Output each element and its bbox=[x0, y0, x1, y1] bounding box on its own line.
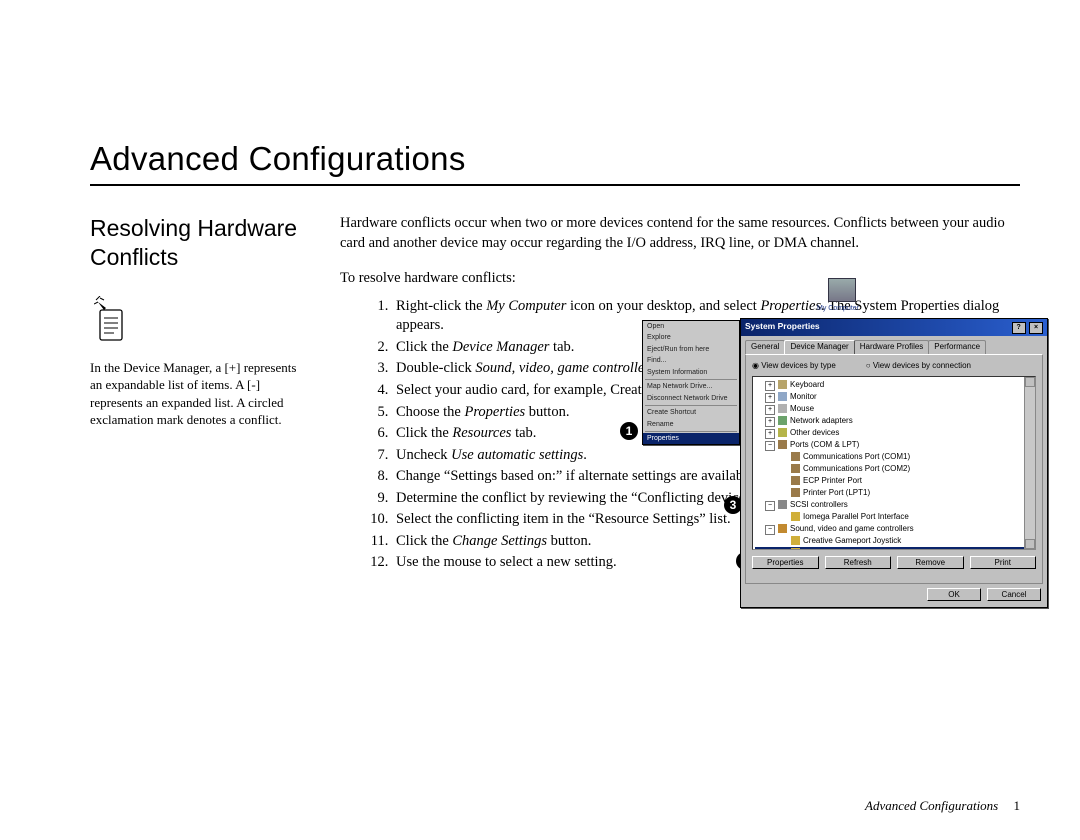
my-computer-icon: My Computer bbox=[825, 278, 859, 313]
ctx-sysinfo[interactable]: System Information bbox=[643, 367, 739, 378]
system-properties-window: System Properties ? × General Device Man… bbox=[740, 318, 1048, 608]
footer-page-number: 1 bbox=[1014, 798, 1021, 813]
callout-1: 1 bbox=[620, 422, 638, 440]
device-tree[interactable]: +Keyboard +Monitor +Mouse +Network adapt… bbox=[752, 376, 1036, 550]
remove-button[interactable]: Remove bbox=[897, 556, 964, 569]
help-button-icon[interactable]: ? bbox=[1012, 322, 1026, 334]
ctx-properties[interactable]: Properties bbox=[643, 433, 739, 444]
properties-button[interactable]: Properties bbox=[752, 556, 819, 569]
close-button-icon[interactable]: × bbox=[1029, 322, 1043, 334]
ctx-rename[interactable]: Rename bbox=[643, 419, 739, 430]
title-rule bbox=[90, 184, 1020, 186]
cancel-button[interactable]: Cancel bbox=[987, 588, 1041, 601]
my-computer-label: My Computer bbox=[817, 304, 859, 313]
side-note: In the Device Manager, a [+] represents … bbox=[90, 359, 310, 429]
ctx-eject[interactable]: Eject/Run from here bbox=[643, 344, 739, 355]
refresh-button[interactable]: Refresh bbox=[825, 556, 892, 569]
radio-view-by-type[interactable]: View devices by type bbox=[752, 361, 836, 372]
context-menu: Open Explore Eject/Run from here Find...… bbox=[642, 320, 740, 445]
ctx-find[interactable]: Find... bbox=[643, 355, 739, 366]
chapter-title: Advanced Configurations bbox=[90, 140, 1020, 178]
page-footer: Advanced Configurations 1 bbox=[865, 798, 1020, 814]
window-title: System Properties bbox=[745, 321, 820, 334]
tabs: General Device Manager Hardware Profiles… bbox=[741, 336, 1047, 354]
radio-view-by-connection[interactable]: View devices by connection bbox=[866, 361, 971, 372]
ctx-explore[interactable]: Explore bbox=[643, 332, 739, 343]
print-button[interactable]: Print bbox=[970, 556, 1037, 569]
ctx-disconnect[interactable]: Disconnect Network Drive bbox=[643, 393, 739, 404]
ctx-open[interactable]: Open bbox=[643, 321, 739, 332]
tree-item-selected[interactable]: Creative Labs Sound Blaster PCI128 bbox=[755, 547, 1033, 550]
ok-button[interactable]: OK bbox=[927, 588, 981, 601]
tab-general[interactable]: General bbox=[745, 340, 785, 354]
figure-screenshot: 1 2 3 4 5 My Computer Open Explore Eject… bbox=[630, 284, 1060, 614]
tree-scrollbar[interactable] bbox=[1024, 377, 1035, 549]
note-icon bbox=[94, 296, 130, 346]
footer-text: Advanced Configurations bbox=[865, 798, 998, 813]
tab-performance[interactable]: Performance bbox=[928, 340, 986, 354]
window-title-bar: System Properties ? × bbox=[741, 319, 1047, 336]
tab-device-manager[interactable]: Device Manager bbox=[784, 340, 854, 354]
tab-hardware-profiles[interactable]: Hardware Profiles bbox=[854, 340, 930, 354]
intro-paragraph: Hardware conflicts occur when two or mor… bbox=[340, 214, 1020, 253]
ctx-shortcut[interactable]: Create Shortcut bbox=[643, 407, 739, 418]
section-heading: Resolving Hardware Conflicts bbox=[90, 214, 310, 272]
ctx-map-drive[interactable]: Map Network Drive... bbox=[643, 381, 739, 392]
